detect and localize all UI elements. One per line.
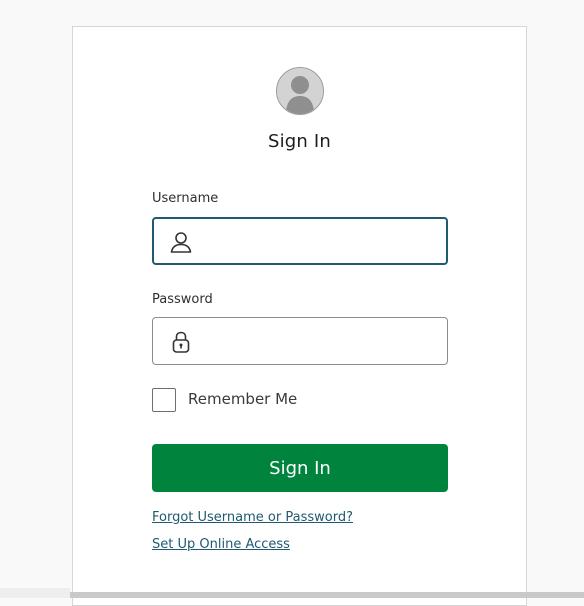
remember-me-checkbox[interactable] bbox=[152, 388, 176, 412]
login-card: Sign In Username Password Remember Me Si… bbox=[72, 26, 527, 606]
username-input[interactable] bbox=[204, 219, 436, 263]
sign-in-button[interactable]: Sign In bbox=[152, 444, 448, 492]
horizontal-scrollbar[interactable] bbox=[70, 592, 584, 598]
lock-icon bbox=[172, 331, 190, 353]
remember-me-label[interactable]: Remember Me bbox=[188, 390, 297, 408]
user-avatar-icon bbox=[276, 67, 324, 115]
person-icon bbox=[170, 232, 192, 253]
password-label: Password bbox=[152, 292, 213, 307]
password-input[interactable] bbox=[203, 318, 437, 364]
username-field[interactable] bbox=[152, 217, 448, 265]
page-edge bbox=[0, 588, 70, 598]
setup-online-access-link[interactable]: Set Up Online Access bbox=[152, 537, 290, 552]
page-title: Sign In bbox=[267, 131, 332, 152]
password-field[interactable] bbox=[152, 317, 448, 365]
username-label: Username bbox=[152, 191, 219, 206]
forgot-credentials-link[interactable]: Forgot Username or Password? bbox=[152, 510, 353, 525]
